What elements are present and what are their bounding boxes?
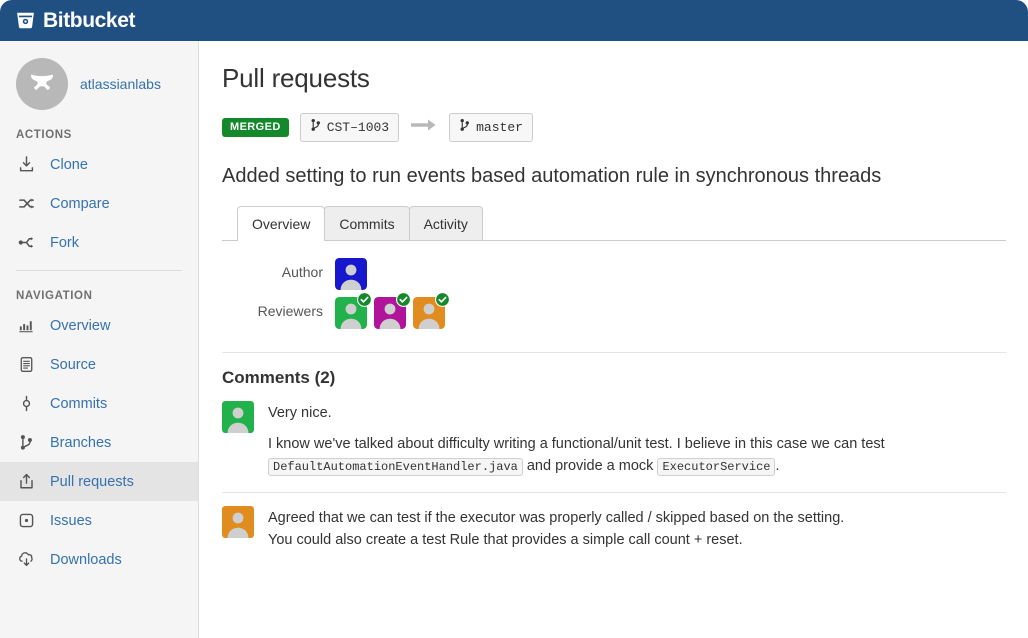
sidebar-item-label: Pull requests [50, 473, 134, 490]
sidebar: atlassianlabs ACTIONS Clone Compare Fork… [0, 41, 199, 638]
user-avatar-icon [335, 258, 367, 291]
page-title: Pull requests [222, 63, 370, 93]
comment-paragraph: Very nice. [268, 402, 1006, 424]
avatar[interactable] [413, 292, 450, 330]
sidebar-item-label: Downloads [50, 551, 122, 568]
sidebar-item-label: Branches [50, 434, 112, 451]
approved-check-icon [357, 292, 372, 308]
sidebar-item-label: Source [50, 356, 96, 373]
main-content: Pull requests MERGED CST–1003 master Add… [200, 41, 1028, 638]
sidebar-item-label: Issues [50, 512, 92, 529]
comment-body: Very nice. I know we've talked about dif… [268, 401, 1006, 478]
sidebar-item-fork[interactable]: Fork [0, 223, 198, 262]
branch-icon [459, 118, 470, 137]
status-badge: MERGED [222, 118, 289, 138]
pull-request-status-row: MERGED CST–1003 master [222, 113, 1006, 143]
sidebar-item-downloads[interactable]: Downloads [0, 540, 198, 579]
repository-name[interactable]: atlassianlabs [80, 76, 161, 92]
sidebar-item-clone[interactable]: Clone [0, 145, 198, 184]
comment-paragraph: You could also create a test Rule that p… [268, 529, 844, 551]
downloads-cloud-icon [16, 550, 36, 570]
comment-item: Agreed that we can test if the executor … [222, 492, 1006, 565]
top-navigation-bar: Bitbucket [0, 0, 1028, 41]
pull-request-upload-icon [16, 472, 36, 492]
user-avatar-icon [222, 401, 254, 434]
commits-node-icon [16, 394, 36, 414]
approved-check-icon [396, 292, 411, 308]
issues-dot-square-icon [16, 511, 36, 531]
sidebar-item-issues[interactable]: Issues [0, 501, 198, 540]
pull-request-meta: Author Reviewers [222, 241, 1006, 354]
navigation-section-label: NAVIGATION [16, 290, 93, 302]
comment-text: . [775, 458, 780, 475]
avatar[interactable] [374, 292, 411, 330]
sidebar-item-label: Overview [50, 317, 111, 334]
author-row: Author [222, 258, 1006, 291]
comment-text: Agreed that we can test if the executor … [268, 510, 845, 527]
reviewers-label: Reviewers [257, 303, 323, 320]
target-branch-label: master [476, 119, 523, 135]
source-branch-chip[interactable]: CST–1003 [299, 113, 400, 143]
sidebar-item-commits[interactable]: Commits [0, 384, 198, 423]
tab-activity[interactable]: Activity [408, 206, 483, 241]
source-branch-label: CST–1003 [326, 119, 390, 135]
approved-check-icon [435, 292, 450, 308]
sidebar-divider [16, 270, 182, 271]
branches-icon [16, 433, 36, 453]
branch-icon [310, 118, 321, 137]
repository-header[interactable]: atlassianlabs [0, 41, 198, 110]
comment-paragraph: I know we've talked about difficulty wri… [268, 433, 1006, 478]
sidebar-item-label: Commits [50, 395, 108, 412]
comment-text: You could also create a test Rule that p… [268, 532, 743, 549]
sidebar-item-label: Clone [50, 156, 88, 173]
fork-icon [16, 233, 36, 253]
inline-code: DefaultAutomationEventHandler.java [268, 458, 523, 477]
inline-code: ExecutorService [657, 458, 776, 477]
avatar[interactable] [335, 258, 367, 291]
sidebar-item-overview[interactable]: Overview [0, 306, 198, 345]
arrow-right-icon [410, 118, 438, 137]
author-label: Author [281, 264, 323, 281]
pull-request-title: Added setting to run events based automa… [222, 165, 882, 188]
comment-paragraph: Agreed that we can test if the executor … [268, 507, 844, 529]
overview-bars-icon [16, 316, 36, 336]
user-avatar-icon [222, 506, 254, 539]
reviewers-row: Reviewers [222, 292, 1006, 330]
comment-text: and provide a mock [522, 458, 658, 475]
tab-overview[interactable]: Overview [237, 206, 326, 242]
compare-arrows-icon [16, 194, 36, 214]
bitbucket-brand[interactable]: Bitbucket [15, 10, 135, 31]
avatar[interactable] [335, 292, 372, 330]
target-branch-chip[interactable]: master [449, 113, 533, 143]
brand-title: Bitbucket [43, 9, 136, 32]
sidebar-item-source[interactable]: Source [0, 345, 198, 384]
sidebar-item-pull-requests[interactable]: Pull requests [0, 462, 198, 501]
sidebar-item-label: Compare [50, 195, 110, 212]
comments-heading: Comments (2) [222, 368, 336, 388]
sidebar-item-branches[interactable]: Branches [0, 423, 198, 462]
bitbucket-pull-request-page: Bitbucket atlassianlabs ACTIONS Clone Co… [0, 0, 1028, 638]
sidebar-item-compare[interactable]: Compare [0, 184, 198, 223]
comment-text: Very nice. [268, 405, 332, 422]
comment-item: Very nice. I know we've talked about dif… [222, 388, 1006, 492]
author-avatars [335, 258, 367, 291]
comment-body: Agreed that we can test if the executor … [268, 506, 844, 551]
tab-commits[interactable]: Commits [324, 206, 410, 241]
clone-download-icon [16, 155, 36, 175]
source-document-icon [16, 355, 36, 375]
reviewer-avatars [335, 292, 450, 330]
bitbucket-bucket-logo-icon [15, 10, 36, 31]
tab-bar: Overview Commits Activity [222, 206, 1006, 242]
actions-section-label: ACTIONS [16, 129, 72, 141]
repository-avatar [16, 58, 68, 110]
comment-text: I know we've talked about difficulty wri… [268, 436, 885, 453]
atlassian-labs-logo-icon [31, 74, 53, 90]
sidebar-item-label: Fork [50, 234, 79, 251]
